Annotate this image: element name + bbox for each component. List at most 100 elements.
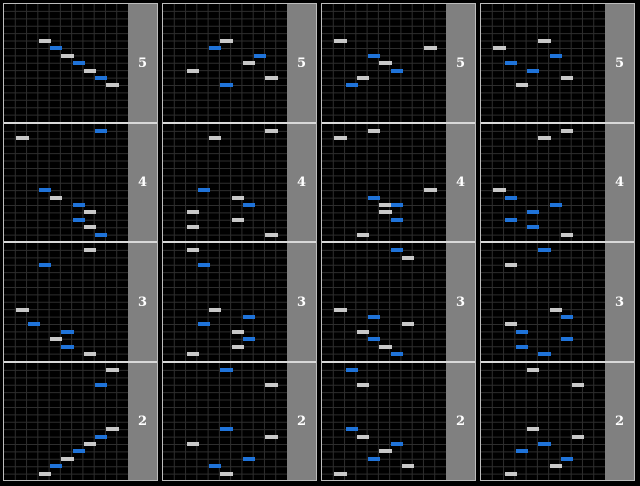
white-note [549,464,562,469]
measure-number: 4 [455,175,466,191]
blue-note [390,217,403,222]
lane-grid [481,243,605,362]
blue-note [538,352,551,357]
white-note [334,471,347,476]
white-note [334,39,347,44]
blue-note [95,76,108,81]
white-note [572,434,585,439]
blue-note [504,217,517,222]
white-note [83,68,97,73]
white-note [549,307,562,312]
blue-note [72,217,85,222]
measure-number: 5 [137,55,148,71]
blue-note [390,352,403,357]
blue-note [515,329,529,334]
blue-note [368,456,381,461]
measure-block: 5 [4,4,157,124]
blue-note [515,344,529,349]
blue-note [95,382,108,387]
white-note [538,136,551,141]
measure-number-bar: 4 [128,123,157,242]
white-note [527,427,540,432]
white-note [38,471,52,476]
measure-number: 5 [455,55,466,71]
blue-note [504,195,517,200]
measure-number-bar: 2 [446,362,475,480]
measure-number-bar: 5 [128,4,157,123]
blue-note [368,53,381,58]
measure-block: 4 [322,123,475,243]
blue-note [27,322,40,327]
white-note [209,307,222,312]
white-note [61,456,74,461]
blue-note [61,344,74,349]
blue-note [242,337,256,342]
measure-number-bar: 3 [287,243,316,362]
white-note [334,136,347,141]
white-note [83,441,97,446]
blue-note [38,188,52,193]
white-note [231,344,244,349]
chart-stage: 5 4 3 2 5 4 3 2 5 4 3 2 5 4 3 2 [0,0,640,486]
white-note [379,449,392,454]
white-note [515,83,529,88]
lane-grid [163,4,287,123]
white-note [356,434,370,439]
blue-note [209,46,222,51]
white-note [368,128,381,133]
measure-number: 5 [296,55,307,71]
measure-number: 2 [137,414,148,430]
white-note [231,195,244,200]
blue-note [220,83,233,88]
blue-note [560,315,574,320]
white-note [265,128,278,133]
white-note [527,367,540,372]
white-note [186,225,199,230]
blue-note [504,61,517,66]
measure-number-bar: 2 [605,362,634,480]
measure-number: 3 [296,294,307,310]
white-note [265,382,278,387]
blue-note [72,449,85,454]
lane-grid [4,4,128,123]
measure-number: 4 [137,175,148,191]
white-note [186,352,199,357]
blue-note [560,337,574,342]
measure-number-bar: 5 [287,4,316,123]
blue-note [390,248,403,253]
measure-number-bar: 4 [446,123,475,242]
blue-note [209,464,222,469]
measure-block: 3 [322,243,475,363]
white-note [265,434,278,439]
white-note [356,76,370,81]
white-note [493,46,506,51]
measure-block: 3 [163,243,316,363]
white-note [16,307,29,312]
measure-block: 5 [163,4,316,124]
lane-grid [163,243,287,362]
blue-note [515,449,529,454]
measure-number-bar: 3 [446,243,475,362]
white-note [50,337,63,342]
measure-number-bar: 4 [605,123,634,242]
measure-number-bar: 3 [605,243,634,362]
white-note [538,39,551,44]
white-note [83,352,97,357]
measure-block: 3 [481,243,634,363]
measure-block: 2 [481,362,634,480]
lane-grid [4,123,128,242]
white-note [560,76,574,81]
white-note [401,322,415,327]
white-note [379,344,392,349]
white-note [334,307,347,312]
white-note [572,382,585,387]
blue-note [197,188,211,193]
white-note [424,46,437,51]
white-note [231,329,244,334]
measure-number: 4 [614,175,625,191]
blue-note [527,68,540,73]
white-note [106,427,119,432]
white-note [186,210,199,215]
blue-note [50,464,63,469]
lane-grid [163,123,287,242]
